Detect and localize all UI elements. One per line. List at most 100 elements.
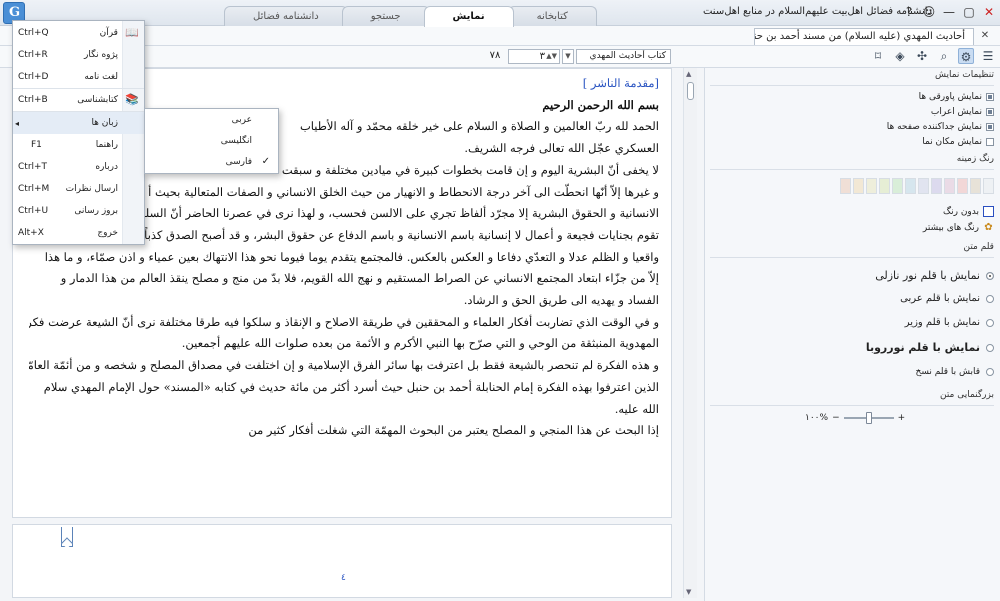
font-label: نمایش با قلم نورروبا bbox=[865, 341, 980, 354]
color-swatch[interactable] bbox=[970, 178, 981, 194]
radio[interactable] bbox=[986, 294, 994, 303]
text-line: و في الوقت الذي تضاربت أفكار العلماء و ا… bbox=[29, 314, 659, 329]
menu-item-languages[interactable]: ◂ زبان ها bbox=[13, 112, 144, 134]
checkbox[interactable] bbox=[986, 138, 994, 146]
gear-icon[interactable]: ⚙ bbox=[958, 48, 974, 64]
option-label: نمایش اعراب bbox=[930, 107, 982, 117]
color-swatch[interactable] bbox=[983, 178, 994, 194]
radio[interactable] bbox=[986, 343, 994, 352]
notes-icon bbox=[124, 48, 140, 62]
radio[interactable] bbox=[986, 368, 994, 376]
shortcut: Ctrl+U bbox=[18, 206, 49, 216]
checkbox[interactable] bbox=[986, 108, 994, 116]
font-option-noorroba[interactable]: نمایش با قلم نورروبا bbox=[866, 341, 994, 354]
color-swatch[interactable] bbox=[840, 178, 851, 194]
document-scrollbar[interactable]: ▲ ▼ bbox=[683, 68, 697, 598]
menu-label: قرآن bbox=[99, 28, 118, 38]
color-swatch[interactable] bbox=[866, 178, 877, 194]
language-label: انگلیسی bbox=[220, 136, 252, 146]
option-diacritics[interactable]: نمایش اعراب bbox=[931, 107, 994, 117]
expand-icon[interactable]: ✣ bbox=[914, 48, 930, 64]
book-select[interactable]: كتاب أحاديث المهدي bbox=[576, 49, 671, 64]
language-english[interactable]: انگلیسی bbox=[145, 131, 278, 153]
zoom-slider-knob[interactable] bbox=[865, 412, 872, 424]
maximize-button[interactable]: ▢ bbox=[962, 4, 976, 20]
more-colors-option[interactable]: ✿ رنگ های بیشتر bbox=[923, 222, 994, 233]
checkbox[interactable] bbox=[986, 123, 994, 131]
submenu-arrow-icon: ◂ bbox=[15, 118, 20, 128]
checkbox[interactable] bbox=[986, 93, 994, 101]
font-option-noor-nazli[interactable]: نمایش با قلم نور نازلی bbox=[875, 269, 994, 282]
volume-value: ۳ bbox=[539, 51, 545, 62]
menu-label: خروج bbox=[97, 228, 118, 238]
document-tabs-bar: أحاديث المهدي (عليه السلام) من مسند أحمد… bbox=[0, 26, 1000, 46]
search-icon[interactable]: ⌕ bbox=[936, 48, 952, 64]
color-swatch[interactable] bbox=[879, 178, 890, 194]
stepper-arrows-icon[interactable]: ▲▼ bbox=[546, 50, 557, 63]
menu-item-bibliography[interactable]: Ctrl+B کتابشناسی 📚 bbox=[13, 89, 144, 111]
list-icon[interactable]: ☰ bbox=[980, 48, 996, 64]
color-swatches bbox=[840, 178, 994, 194]
book-tab[interactable]: أحاديث المهدي (عليه السلام) من مسند أحمد… bbox=[754, 28, 974, 45]
help-icon[interactable]: ? bbox=[902, 4, 916, 20]
tab-encyclopedia[interactable]: دانشنامه فضائل bbox=[224, 6, 348, 26]
scroll-up-icon[interactable]: ▲ bbox=[686, 70, 691, 78]
menu-label: پژوه نگار bbox=[84, 50, 118, 60]
language-persian[interactable]: ✓ فارسی bbox=[145, 152, 278, 174]
help-icon bbox=[124, 138, 140, 152]
bookmark-icon[interactable]: ⌑ bbox=[870, 48, 886, 64]
menu-item-feedback[interactable]: Ctrl+M ارسال نظرات bbox=[13, 178, 144, 200]
menu-item-exit[interactable]: Alt+X خروج bbox=[13, 222, 144, 244]
font-option-vazir[interactable]: نمایش با قلم وزیر bbox=[905, 317, 994, 328]
zoom-in-button[interactable]: + bbox=[898, 413, 906, 423]
no-color-option[interactable]: بدون رنگ bbox=[943, 206, 994, 217]
footnote-panel: ٤ bbox=[12, 524, 672, 598]
menu-item-about[interactable]: Ctrl+T درباره bbox=[13, 156, 144, 178]
font-option-arabic[interactable]: نمایش با قلم عربی bbox=[900, 293, 994, 304]
menu-item-dictionary[interactable]: Ctrl+D لغت نامه bbox=[13, 66, 144, 88]
menu-item-help[interactable]: F1 راهنما bbox=[13, 134, 144, 156]
scroll-down-icon[interactable]: ▼ bbox=[686, 588, 691, 596]
book-tab-close-icon[interactable]: ✕ bbox=[978, 29, 992, 43]
color-swatch[interactable] bbox=[944, 178, 955, 194]
scroll-thumb[interactable] bbox=[687, 82, 694, 100]
eraser-icon[interactable]: ◈ bbox=[892, 48, 908, 64]
minimize-button[interactable]: — bbox=[942, 4, 956, 20]
color-swatch[interactable] bbox=[892, 178, 903, 194]
option-page-separator[interactable]: نمایش جداکننده صفحه ها bbox=[887, 122, 994, 132]
zoom-slider[interactable] bbox=[843, 412, 894, 424]
radio[interactable] bbox=[986, 271, 994, 280]
language-arabic[interactable]: عربی bbox=[145, 110, 278, 132]
color-swatch[interactable] bbox=[853, 178, 864, 194]
menu-item-quran[interactable]: Ctrl+Q قرآن 📖 bbox=[13, 22, 144, 44]
bookmark-ribbon-icon[interactable] bbox=[61, 527, 73, 547]
radio[interactable] bbox=[986, 318, 994, 327]
page-number-field[interactable]: ۷۸ bbox=[483, 50, 507, 61]
main-tabs: دانشنامه فضائل جستجو نمایش کتابخانه bbox=[224, 6, 597, 27]
color-swatch[interactable] bbox=[905, 178, 916, 194]
window-title: دانشنامه فضائل اهل‌بیت علیهم‌السلام در م… bbox=[702, 6, 932, 17]
tab-display[interactable]: نمایش bbox=[423, 6, 514, 27]
color-swatch[interactable] bbox=[931, 178, 942, 194]
tab-library[interactable]: کتابخانه bbox=[507, 6, 597, 26]
font-label: نمایش با قلم نور نازلی bbox=[875, 269, 980, 282]
user-icon[interactable]: ☺ bbox=[922, 4, 936, 20]
shortcut: Ctrl+Q bbox=[18, 28, 49, 38]
chevron-down-icon[interactable]: ▼ bbox=[562, 49, 574, 64]
text-line: المهدوية المنبثقة من الوحي و التي صرّح ب… bbox=[181, 336, 659, 351]
tab-search[interactable]: جستجو bbox=[341, 6, 430, 26]
font-option-naskh[interactable]: قابش با قلم نسخ bbox=[916, 367, 994, 377]
volume-stepper[interactable]: ۳ ▲▼ bbox=[508, 49, 560, 64]
menu-item-notes[interactable]: Ctrl+R پژوه نگار bbox=[13, 44, 144, 66]
option-cursor[interactable]: نمایش مکان نما bbox=[922, 137, 994, 147]
font-label: قابش با قلم نسخ bbox=[915, 367, 980, 377]
close-button[interactable]: ✕ bbox=[982, 4, 996, 20]
color-swatch[interactable] bbox=[918, 178, 929, 194]
font-title: قلم متن bbox=[710, 242, 994, 258]
option-footnotes[interactable]: نمایش پاورقی ها bbox=[919, 92, 994, 102]
zoom-out-button[interactable]: − bbox=[832, 413, 840, 423]
menu-item-update[interactable]: Ctrl+U بروز رسانی bbox=[13, 200, 144, 222]
shortcut: Ctrl+D bbox=[18, 72, 49, 82]
color-swatch[interactable] bbox=[957, 178, 968, 194]
language-label: فارسی bbox=[225, 157, 252, 167]
